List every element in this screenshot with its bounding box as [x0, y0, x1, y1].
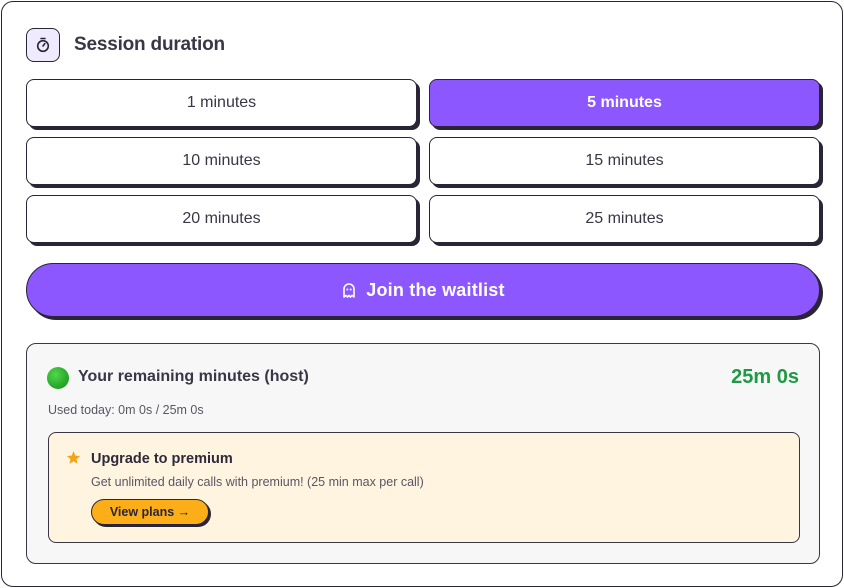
card-header: Session duration — [26, 28, 225, 62]
session-duration-card: Session duration 1 minutes 5 minutes 10 … — [1, 1, 843, 587]
remaining-minutes-label: Your remaining minutes (host) — [78, 368, 309, 385]
remaining-minutes-value: 25m 0s — [731, 366, 799, 388]
upgrade-premium-box: Upgrade to premium Get unlimited daily c… — [48, 432, 800, 543]
ghost-icon — [341, 282, 357, 299]
stopwatch-icon — [26, 28, 60, 62]
duration-option-20-min[interactable]: 20 minutes — [26, 195, 417, 243]
page-title: Session duration — [74, 34, 225, 55]
duration-option-10-min[interactable]: 10 minutes — [26, 137, 417, 185]
duration-option-25-min[interactable]: 25 minutes — [429, 195, 820, 243]
status-indicator-icon — [47, 367, 69, 389]
view-plans-button[interactable]: View plans → — [91, 499, 209, 525]
duration-option-1-min[interactable]: 1 minutes — [26, 79, 417, 127]
remaining-minutes-panel: Your remaining minutes (host) 25m 0s Use… — [26, 343, 820, 564]
join-waitlist-button[interactable]: Join the waitlist — [26, 263, 820, 317]
duration-option-15-min[interactable]: 15 minutes — [429, 137, 820, 185]
upgrade-title: Upgrade to premium — [91, 451, 233, 467]
star-icon — [66, 450, 81, 470]
duration-option-5-min[interactable]: 5 minutes — [429, 79, 820, 127]
used-today-text: Used today: 0m 0s / 25m 0s — [48, 403, 204, 417]
upgrade-description: Get unlimited daily calls with premium! … — [91, 475, 424, 489]
duration-options: 1 minutes 5 minutes 10 minutes 15 minute… — [26, 79, 822, 243]
join-waitlist-label: Join the waitlist — [366, 279, 505, 300]
